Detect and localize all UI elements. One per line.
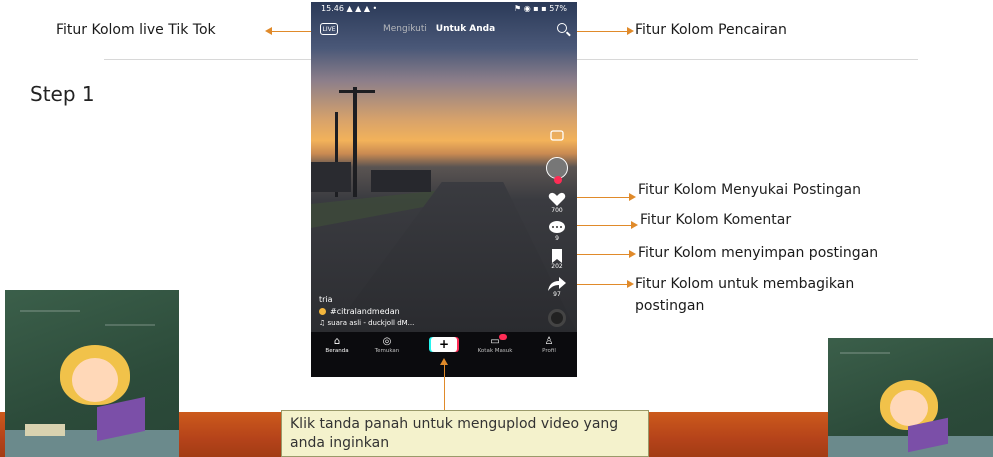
caption-hashtag-text: #citralandmedan (330, 307, 400, 316)
caption-username[interactable]: tria (319, 295, 333, 304)
emoji-icon (319, 308, 326, 315)
callout-line1: Klik tanda panah untuk menguplod video y… (290, 416, 619, 432)
home-icon: ⌂ (333, 336, 341, 347)
tab-following[interactable]: Mengikuti (383, 24, 427, 34)
street-pole-arm (339, 90, 375, 93)
tab-for-you[interactable]: Untuk Anda (436, 24, 495, 34)
student-illustration-right (828, 338, 993, 457)
top-navigation: LIVE Mengikuti Untuk Anda (311, 22, 577, 38)
building (371, 170, 431, 192)
annotation-save: Fitur Kolom menyimpan postingan (638, 245, 879, 261)
nav-inbox-label: Kotak Masuk (477, 348, 513, 354)
arrow-live (265, 27, 311, 35)
step-title: Step 1 (30, 82, 95, 106)
annotation-share-line2: postingan (635, 298, 705, 314)
profile-icon: ♙ (544, 336, 554, 347)
share-arrow-icon (548, 277, 566, 291)
arrow-upload (440, 358, 448, 410)
annotation-share-line1: Fitur Kolom untuk membagikan (635, 276, 855, 292)
annotation-like: Fitur Kolom Menyukai Postingan (638, 182, 861, 198)
upload-plus-button[interactable]: + (431, 337, 457, 352)
nav-home[interactable]: ⌂ Beranda (317, 336, 357, 354)
comment-icon (549, 221, 565, 233)
feed-tabs: Mengikuti Untuk Anda (383, 24, 495, 34)
live-tv-icon[interactable]: LIVE (320, 23, 338, 35)
annotation-live: Fitur Kolom live Tik Tok (56, 22, 216, 38)
nav-profile-label: Profil (542, 348, 556, 354)
like-button[interactable]: 700 (545, 192, 569, 214)
status-indicators: ⚑ ◉ ▪ ▪ 57% (514, 4, 567, 13)
inbox-icon: ▭ (475, 334, 515, 348)
callout-line2: anda inginkan (290, 435, 390, 451)
search-icon[interactable] (557, 23, 567, 33)
comment-button[interactable]: 9 (545, 220, 569, 242)
like-count: 700 (551, 207, 563, 214)
building-2 (311, 162, 351, 192)
annotation-search: Fitur Kolom Pencairan (635, 22, 787, 38)
save-count: 202 (551, 263, 563, 270)
nav-inbox[interactable]: ▭ Kotak Masuk (475, 334, 515, 354)
share-button[interactable]: 97 (545, 277, 569, 298)
save-button[interactable]: 202 (545, 249, 569, 270)
compass-icon: ◎ (382, 336, 392, 347)
nav-discover-label: Temukan (374, 348, 400, 354)
arrow-like (572, 193, 636, 201)
share-count: 97 (553, 291, 561, 298)
arrow-share (572, 280, 634, 288)
phone-screenshot: 15.46 ▲ ▲ ▲ • ⚑ ◉ ▪ ▪ 57% LIVE Mengikuti… (311, 2, 577, 377)
arrow-comment (572, 221, 638, 229)
bookmark-icon (552, 249, 562, 263)
nav-profile[interactable]: ♙ Profil (529, 336, 569, 354)
sound-icon-top[interactable] (545, 130, 569, 142)
annotation-comment: Fitur Kolom Komentar (640, 212, 792, 228)
heart-icon (548, 192, 566, 206)
student-illustration-left (5, 290, 179, 457)
music-disc[interactable] (545, 309, 569, 327)
follow-plus-icon[interactable] (554, 176, 562, 184)
video-frame: 15.46 ▲ ▲ ▲ • ⚑ ◉ ▪ ▪ 57% LIVE Mengikuti… (311, 2, 577, 332)
status-bar: 15.46 ▲ ▲ ▲ • ⚑ ◉ ▪ ▪ 57% (311, 2, 577, 16)
street-pole (353, 87, 357, 197)
comment-count: 9 (555, 235, 559, 242)
nav-home-label: Beranda (325, 348, 349, 354)
nav-discover[interactable]: ◎ Temukan (367, 336, 407, 354)
arrow-search (577, 27, 634, 35)
arrow-save (572, 250, 636, 258)
upload-callout: Klik tanda panah untuk menguplod video y… (281, 410, 649, 457)
status-time: 15.46 ▲ ▲ ▲ • (321, 4, 378, 13)
inbox-badge (499, 334, 507, 340)
creator-avatar[interactable] (545, 157, 569, 184)
caption-sound[interactable]: ♫ suara asli - duckjoll dM... (319, 319, 414, 327)
caption-hashtag[interactable]: #citralandmedan (319, 307, 400, 316)
